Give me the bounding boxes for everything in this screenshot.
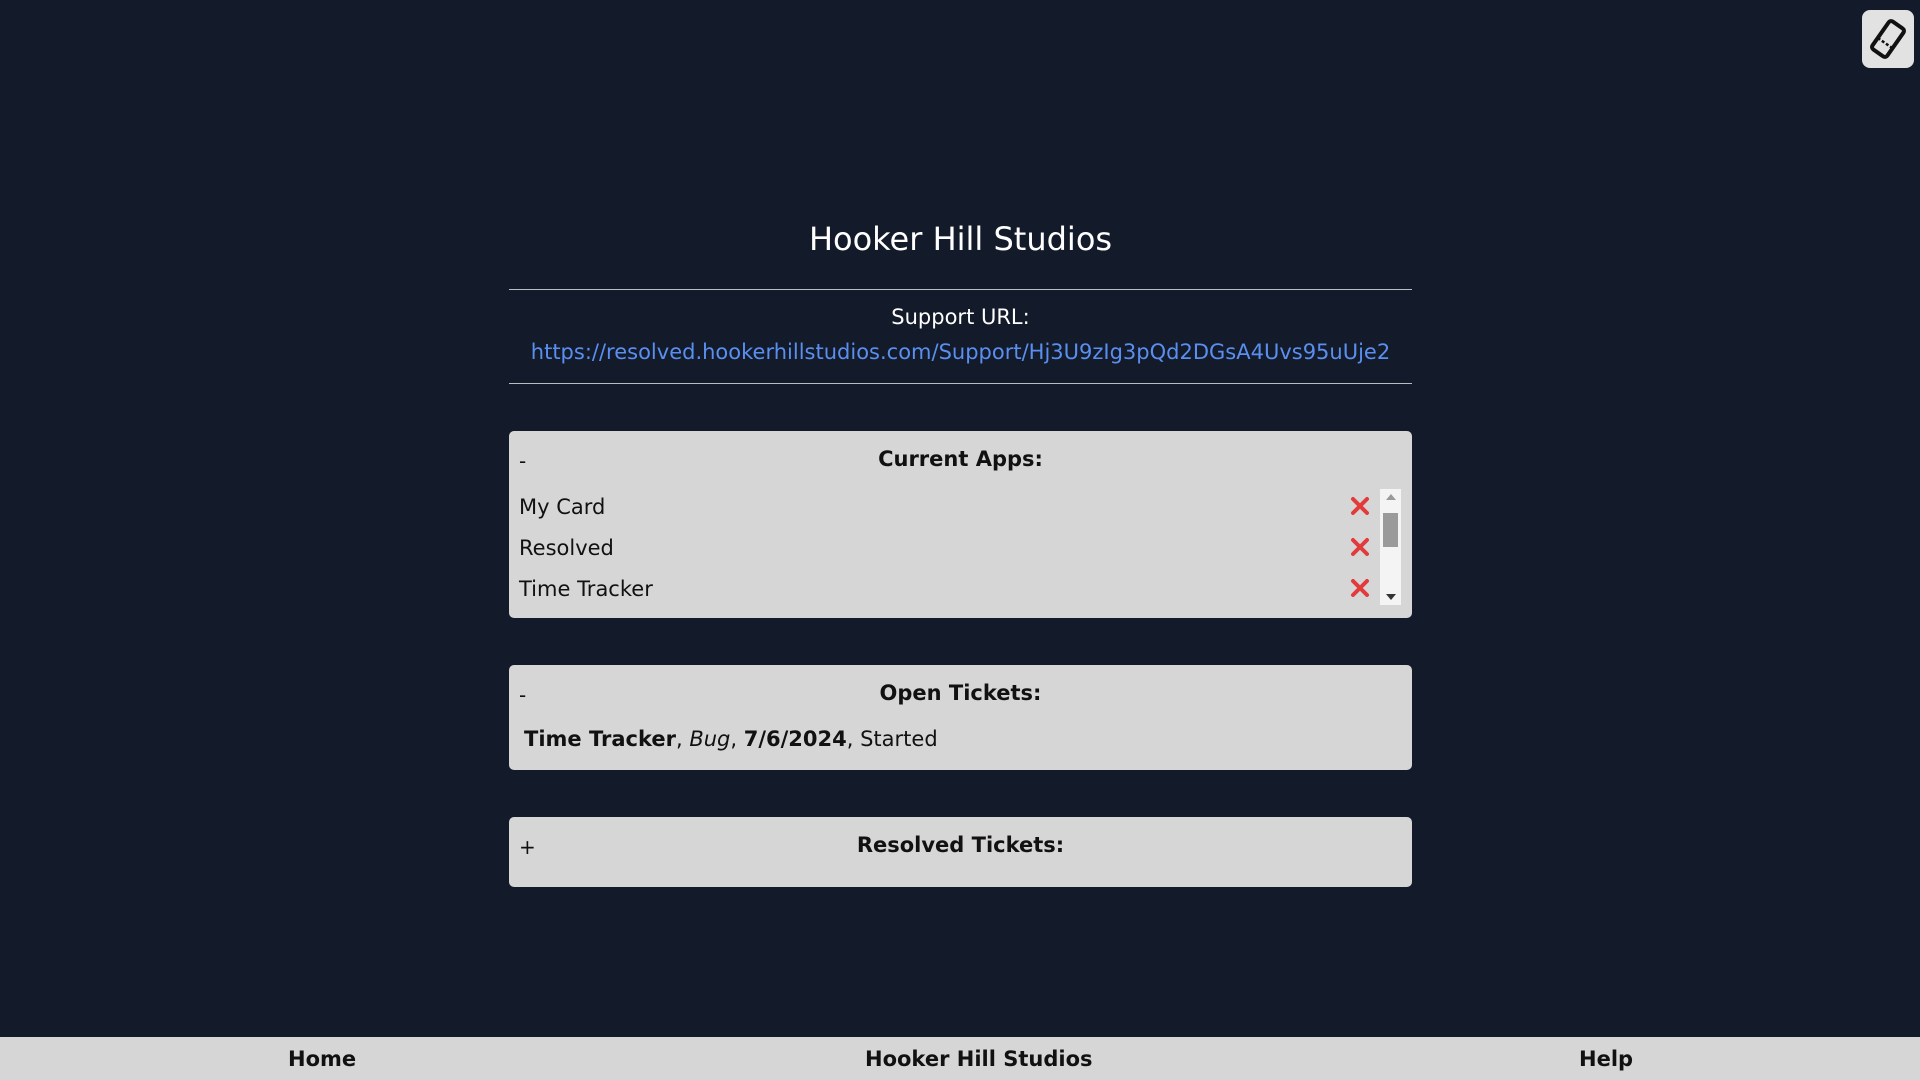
open-tickets-panel: - Open Tickets: Time Tracker, Bug, 7/6/2… [509, 665, 1412, 770]
support-url-link[interactable]: https://resolved.hookerhillstudios.com/S… [509, 340, 1412, 364]
resolved-tickets-title: Resolved Tickets: [856, 833, 1065, 857]
ticket-button[interactable] [1862, 10, 1914, 68]
footer-nav: Home Hooker Hill Studios Help [0, 1037, 1920, 1080]
ticket-separator: , [846, 727, 861, 751]
footer-help-link[interactable]: Help [1579, 1047, 1633, 1071]
divider-bottom [509, 383, 1412, 384]
ticket-type: Bug [689, 727, 731, 751]
scroll-thumb[interactable] [1383, 513, 1398, 547]
ticket-status: Started [860, 727, 938, 751]
app-name: Time Tracker [519, 577, 653, 601]
ticket-separator: , [675, 727, 690, 751]
footer-home-link[interactable]: Home [288, 1047, 356, 1071]
list-item: My Card [509, 489, 1389, 530]
app-list-scrollbar[interactable] [1380, 489, 1401, 605]
ticket-app: Time Tracker [524, 727, 676, 751]
scroll-down-arrow-icon[interactable] [1380, 589, 1401, 605]
ticket-date: 7/6/2024 [743, 727, 847, 751]
remove-app-icon[interactable] [1349, 495, 1371, 517]
app-name: My Card [519, 495, 606, 519]
current-apps-title: Current Apps: [878, 447, 1043, 471]
list-item: Time Tracker [509, 571, 1389, 612]
resolved-tickets-panel: + Resolved Tickets: [509, 817, 1412, 887]
open-tickets-title: Open Tickets: [879, 681, 1042, 705]
ticket-row[interactable]: Time Tracker, Bug, 7/6/2024, Started [524, 727, 938, 751]
ticket-icon [1870, 19, 1906, 59]
scroll-up-arrow-icon[interactable] [1380, 489, 1401, 505]
app-name: Resolved [519, 536, 614, 560]
current-apps-panel: - Current Apps: My Card Resolved Time Tr… [509, 431, 1412, 618]
footer-brand-link[interactable]: Hooker Hill Studios [865, 1047, 1093, 1071]
app-list: My Card Resolved Time Tracker [509, 489, 1389, 612]
divider-top [509, 289, 1412, 290]
page-title: Hooker Hill Studios [808, 220, 1113, 258]
support-url-label: Support URL: [891, 305, 1030, 329]
remove-app-icon[interactable] [1349, 577, 1371, 599]
ticket-separator: , [730, 727, 744, 751]
list-item: Resolved [509, 530, 1389, 571]
remove-app-icon[interactable] [1349, 536, 1371, 558]
